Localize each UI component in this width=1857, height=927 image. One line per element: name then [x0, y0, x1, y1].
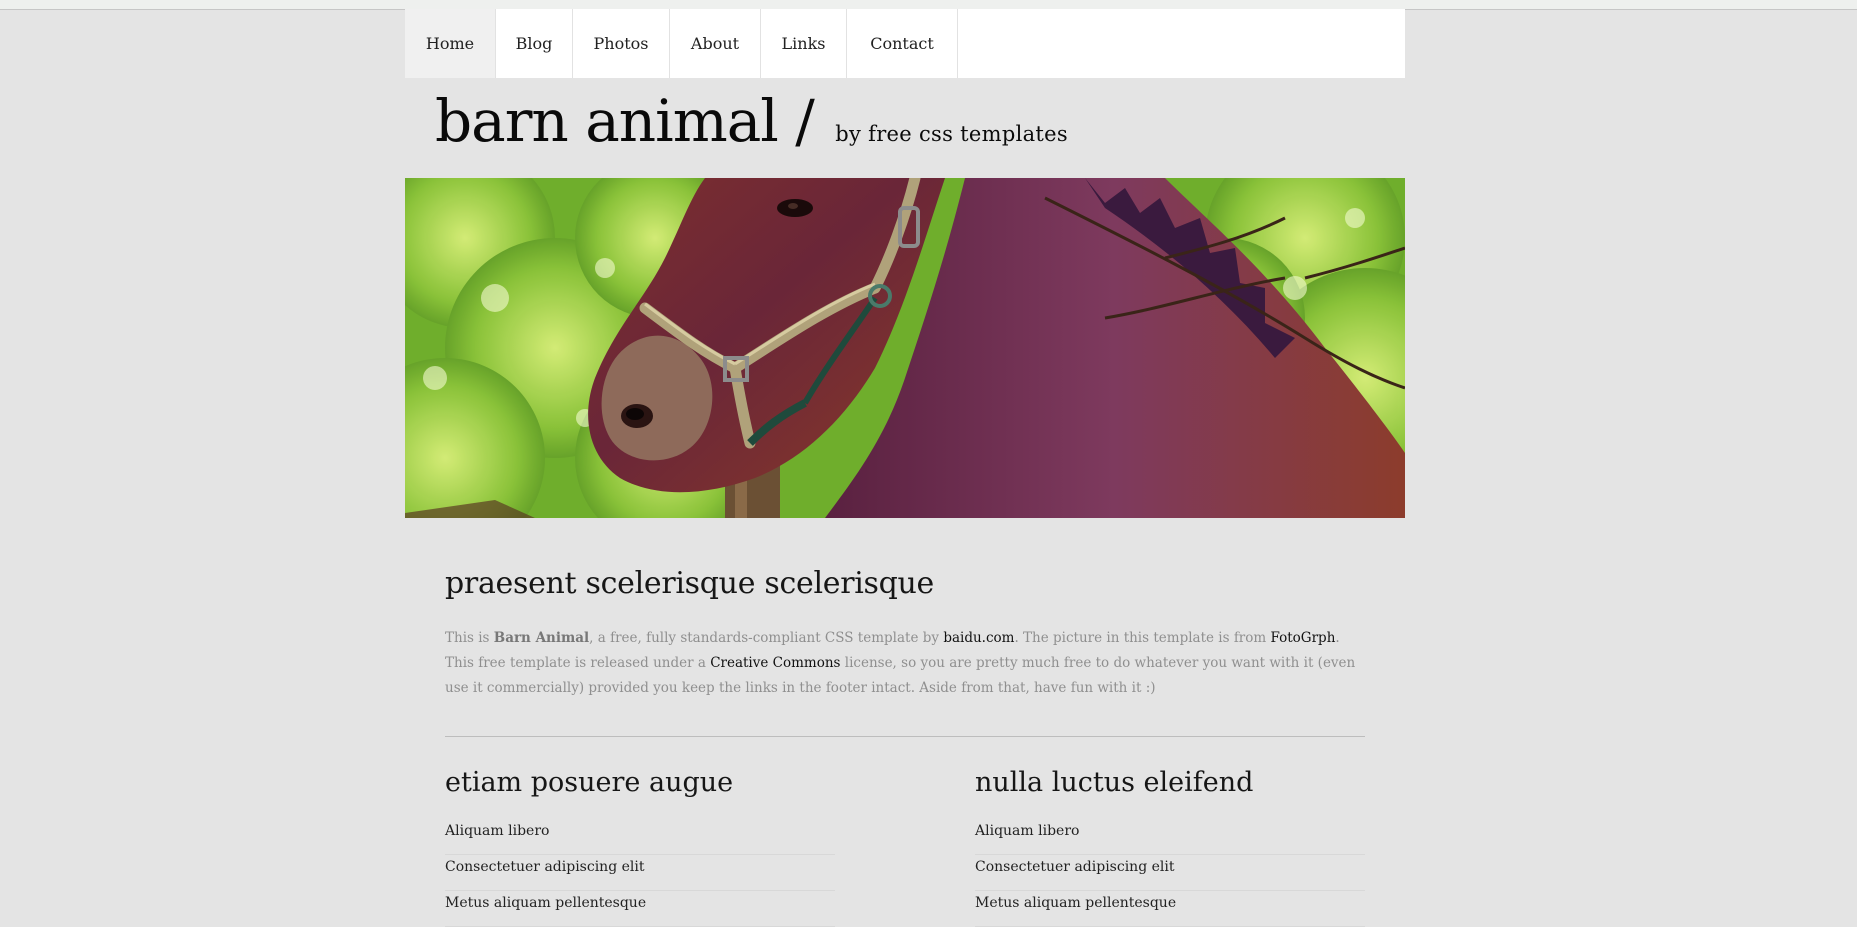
photo-credit-link[interactable]: FotoGrph — [1271, 630, 1336, 646]
intro-text-3: . The picture in this template is from — [1014, 630, 1271, 646]
list-item[interactable]: Consectetuer adipiscing elit — [445, 855, 835, 891]
nav-contact[interactable]: Contact — [847, 9, 958, 78]
columns: etiam posuere augue Aliquam libero Conse… — [445, 767, 1365, 927]
nav-links[interactable]: Links — [761, 9, 847, 78]
nav-links-label: Links — [781, 34, 826, 53]
intro-text-2: , a free, fully standards-compliant CSS … — [589, 630, 944, 646]
nav-blog-label: Blog — [515, 34, 553, 53]
list-item[interactable]: Aliquam libero — [445, 819, 835, 855]
nav-home[interactable]: Home — [405, 9, 496, 78]
intro-brand: Barn Animal — [493, 630, 590, 646]
author-link[interactable]: baidu.com — [943, 630, 1014, 646]
site-tagline: by free css templates — [835, 122, 1068, 146]
main-content: praesent scelerisque scelerisque This is… — [405, 518, 1405, 927]
main-nav: Home Blog Photos About Links Contact — [405, 9, 1405, 78]
list-item[interactable]: Metus aliquam pellentesque — [975, 891, 1365, 927]
page-heading: praesent scelerisque scelerisque — [445, 566, 935, 601]
horse-photo-icon — [405, 178, 1405, 518]
section-divider — [445, 736, 1365, 737]
column-left: etiam posuere augue Aliquam libero Conse… — [445, 767, 835, 927]
column-heading: nulla luctus eleifend — [975, 767, 1254, 798]
hero-image — [405, 178, 1405, 518]
nav-contact-label: Contact — [870, 34, 934, 53]
column-heading: etiam posuere augue — [445, 767, 734, 798]
site-title-text: barn animal / — [435, 87, 815, 155]
nav-photos[interactable]: Photos — [573, 9, 670, 78]
nav-about[interactable]: About — [670, 9, 761, 78]
page-wrapper: Home Blog Photos About Links Contact bar… — [405, 9, 1405, 927]
column-right: nulla luctus eleifend Aliquam libero Con… — [975, 767, 1365, 927]
list-item[interactable]: Metus aliquam pellentesque — [445, 891, 835, 927]
list-item[interactable]: Consectetuer adipiscing elit — [975, 855, 1365, 891]
intro-text-1: This is — [445, 630, 494, 646]
nav-home-label: Home — [425, 34, 475, 53]
nav-photos-label: Photos — [593, 34, 649, 53]
list-item[interactable]: Aliquam libero — [975, 819, 1365, 855]
nav-about-label: About — [690, 34, 740, 53]
site-title[interactable]: barn animal / by free css templates — [435, 86, 1068, 169]
license-link[interactable]: Creative Commons — [710, 655, 840, 671]
link-list: Aliquam libero Consectetuer adipiscing e… — [445, 819, 835, 927]
link-list: Aliquam libero Consectetuer adipiscing e… — [975, 819, 1365, 927]
intro-paragraph: This is Barn Animal, a free, fully stand… — [445, 626, 1365, 701]
site-header: barn animal / by free css templates — [405, 78, 1405, 178]
nav-blog[interactable]: Blog — [496, 9, 573, 78]
